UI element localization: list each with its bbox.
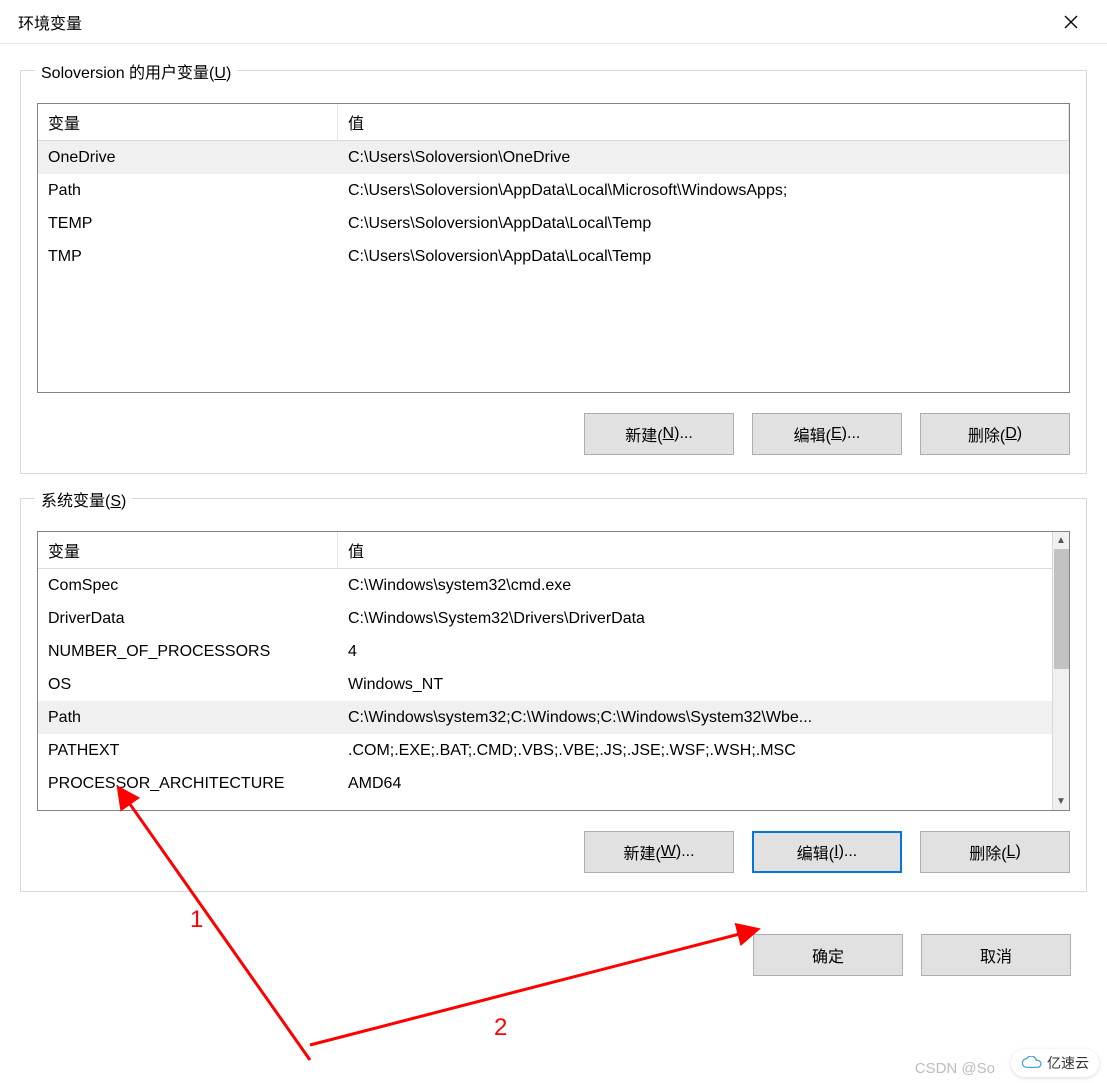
- system-variables-list[interactable]: 变量 值 ComSpecC:\Windows\system32\cmd.exeD…: [37, 531, 1070, 811]
- dialog-title: 环境变量: [18, 10, 82, 34]
- column-variable[interactable]: 变量: [38, 104, 338, 140]
- table-row[interactable]: TEMPC:\Users\Soloversion\AppData\Local\T…: [38, 207, 1069, 240]
- scroll-up-icon[interactable]: ▲: [1053, 532, 1070, 549]
- system-delete-button[interactable]: 删除(L): [920, 831, 1070, 873]
- scrollbar[interactable]: ▲ ▼: [1052, 532, 1069, 810]
- list-header[interactable]: 变量 值: [38, 104, 1069, 141]
- table-row[interactable]: NUMBER_OF_PROCESSORS4: [38, 635, 1069, 668]
- table-row[interactable]: OSWindows_NT: [38, 668, 1069, 701]
- cell-value: AMD64: [338, 771, 1069, 797]
- system-buttons-row: 新建(W)... 编辑(I)... 删除(L): [37, 831, 1070, 873]
- cell-value: C:\Users\Soloversion\AppData\Local\Temp: [338, 244, 1069, 270]
- annotation-label-1: 1: [190, 906, 203, 934]
- user-new-button[interactable]: 新建(N)...: [584, 413, 734, 455]
- cell-value: C:\Users\Soloversion\OneDrive: [338, 145, 1069, 171]
- cell-value: C:\Users\Soloversion\AppData\Local\Temp: [338, 211, 1069, 237]
- cell-value: .COM;.EXE;.BAT;.CMD;.VBS;.VBE;.JS;.JSE;.…: [338, 738, 1069, 764]
- table-row[interactable]: ComSpecC:\Windows\system32\cmd.exe: [38, 569, 1069, 602]
- cell-value: C:\Windows\system32\cmd.exe: [338, 573, 1069, 599]
- table-row[interactable]: PROCESSOR_ARCHITECTUREAMD64: [38, 767, 1069, 800]
- user-delete-button[interactable]: 删除(D): [920, 413, 1070, 455]
- column-value[interactable]: 值: [338, 532, 1069, 568]
- cell-value: 4: [338, 639, 1069, 665]
- cell-variable: OS: [38, 672, 338, 698]
- cell-variable: OneDrive: [38, 145, 338, 171]
- cell-variable: ComSpec: [38, 573, 338, 599]
- cancel-button[interactable]: 取消: [921, 934, 1071, 976]
- cell-value: C:\Users\Soloversion\AppData\Local\Micro…: [338, 178, 1069, 204]
- column-variable[interactable]: 变量: [38, 532, 338, 568]
- cell-variable: TMP: [38, 244, 338, 270]
- scroll-thumb[interactable]: [1054, 549, 1069, 669]
- list-header[interactable]: 变量 值: [38, 532, 1069, 569]
- cell-variable: PATHEXT: [38, 738, 338, 764]
- dialog-body: Soloversion 的用户变量(U) 变量 值 OneDriveC:\Use…: [0, 44, 1107, 934]
- cell-value: Windows_NT: [338, 672, 1069, 698]
- cell-variable: Path: [38, 705, 338, 731]
- cell-variable: TEMP: [38, 211, 338, 237]
- close-icon: [1064, 15, 1078, 29]
- table-row[interactable]: OneDriveC:\Users\Soloversion\OneDrive: [38, 141, 1069, 174]
- table-row[interactable]: PathC:\Windows\system32;C:\Windows;C:\Wi…: [38, 701, 1069, 734]
- cloud-icon: [1021, 1056, 1043, 1070]
- ok-button[interactable]: 确定: [753, 934, 903, 976]
- user-buttons-row: 新建(N)... 编辑(E)... 删除(D): [37, 413, 1070, 455]
- close-button[interactable]: [1048, 7, 1093, 37]
- user-variables-list[interactable]: 变量 值 OneDriveC:\Users\Soloversion\OneDri…: [37, 103, 1070, 393]
- system-variables-group: 系统变量(S) 变量 值 ComSpecC:\Windows\system32\…: [20, 498, 1087, 892]
- cell-value: C:\Windows\System32\Drivers\DriverData: [338, 606, 1069, 632]
- annotation-label-2: 2: [494, 1014, 507, 1042]
- table-row[interactable]: PATHEXT.COM;.EXE;.BAT;.CMD;.VBS;.VBE;.JS…: [38, 734, 1069, 767]
- system-new-button[interactable]: 新建(W)...: [584, 831, 734, 873]
- watermark-text: CSDN @So: [915, 1060, 995, 1077]
- cell-variable: DriverData: [38, 606, 338, 632]
- system-edit-button[interactable]: 编辑(I)...: [752, 831, 902, 873]
- dialog-footer: 确定 取消: [0, 934, 1107, 996]
- scroll-down-icon[interactable]: ▼: [1053, 793, 1070, 810]
- corner-brand-badge: 亿速云: [1011, 1049, 1099, 1077]
- table-row[interactable]: DriverDataC:\Windows\System32\Drivers\Dr…: [38, 602, 1069, 635]
- column-value[interactable]: 值: [338, 104, 1069, 140]
- user-edit-button[interactable]: 编辑(E)...: [752, 413, 902, 455]
- table-row[interactable]: TMPC:\Users\Soloversion\AppData\Local\Te…: [38, 240, 1069, 273]
- cell-variable: NUMBER_OF_PROCESSORS: [38, 639, 338, 665]
- user-variables-label: Soloversion 的用户变量(U): [35, 59, 237, 83]
- table-row[interactable]: PathC:\Users\Soloversion\AppData\Local\M…: [38, 174, 1069, 207]
- cell-variable: PROCESSOR_ARCHITECTURE: [38, 771, 338, 797]
- titlebar: 环境变量: [0, 0, 1107, 44]
- system-variables-label: 系统变量(S): [35, 487, 132, 511]
- cell-variable: Path: [38, 178, 338, 204]
- user-variables-group: Soloversion 的用户变量(U) 变量 值 OneDriveC:\Use…: [20, 70, 1087, 474]
- cell-value: C:\Windows\system32;C:\Windows;C:\Window…: [338, 705, 1069, 731]
